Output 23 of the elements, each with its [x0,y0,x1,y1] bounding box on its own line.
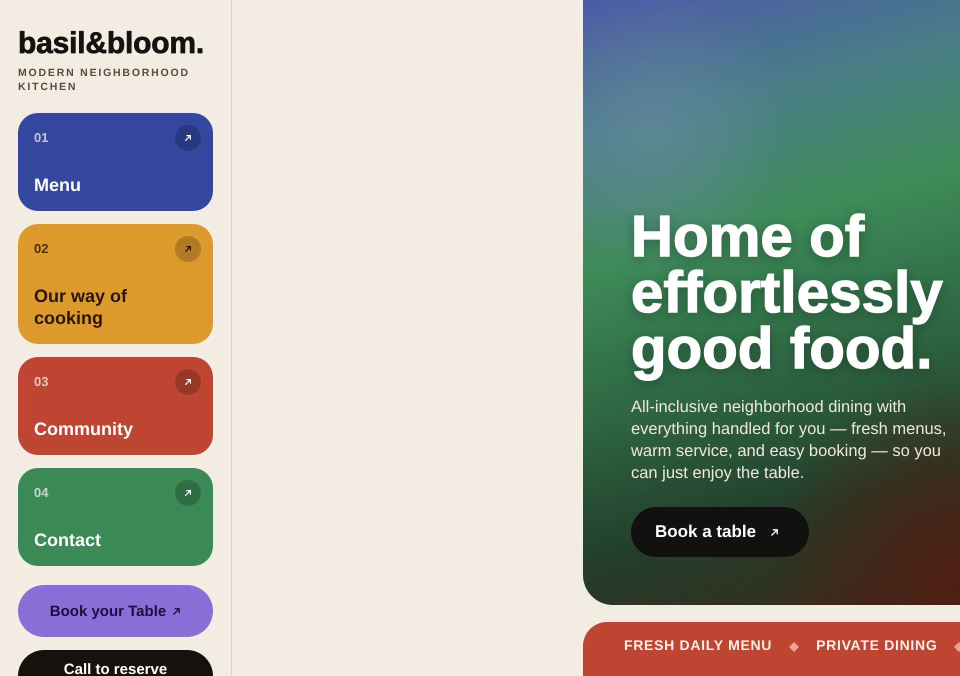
nav-label: Contact [34,529,102,551]
book-table-button[interactable]: Book your Table [18,585,213,637]
diamond-icon [789,642,800,652]
nav-number: 03 [34,374,48,390]
nav-card[interactable]: 01 Menu [18,113,213,211]
ticker-item: PRIVATE DINING [816,637,938,653]
book-table-button[interactable]: Book a table [631,507,810,557]
nav-label: Menu [34,174,82,196]
call-button[interactable]: Call to reserve [18,650,213,676]
brand-logo: basil&bloom. [18,27,205,61]
nav-number: 02 [34,241,48,257]
nav-card[interactable]: 03 Community [18,357,213,455]
ticker-item: FRESH DAILY MENU [624,637,772,653]
brand-tagline: MODERN NEIGHBORHOOD KITCHEN [18,66,191,94]
nav-number: 01 [34,130,48,146]
nav-number: 04 [34,485,48,501]
nav-card[interactable]: 02 Our way of cooking [18,224,213,344]
arrow-icon [770,528,780,536]
hero-description: All-inclusive neighborhood dining with everything handled for you — fresh menus, warm service, and easy booking — so you can just enjoy the table. [631,397,948,484]
nav-label: Our way of cooking [34,285,128,329]
nav-card[interactable]: 04 Contact [18,468,213,566]
arrow-icon [172,606,182,616]
nav-label: Community [34,418,134,440]
